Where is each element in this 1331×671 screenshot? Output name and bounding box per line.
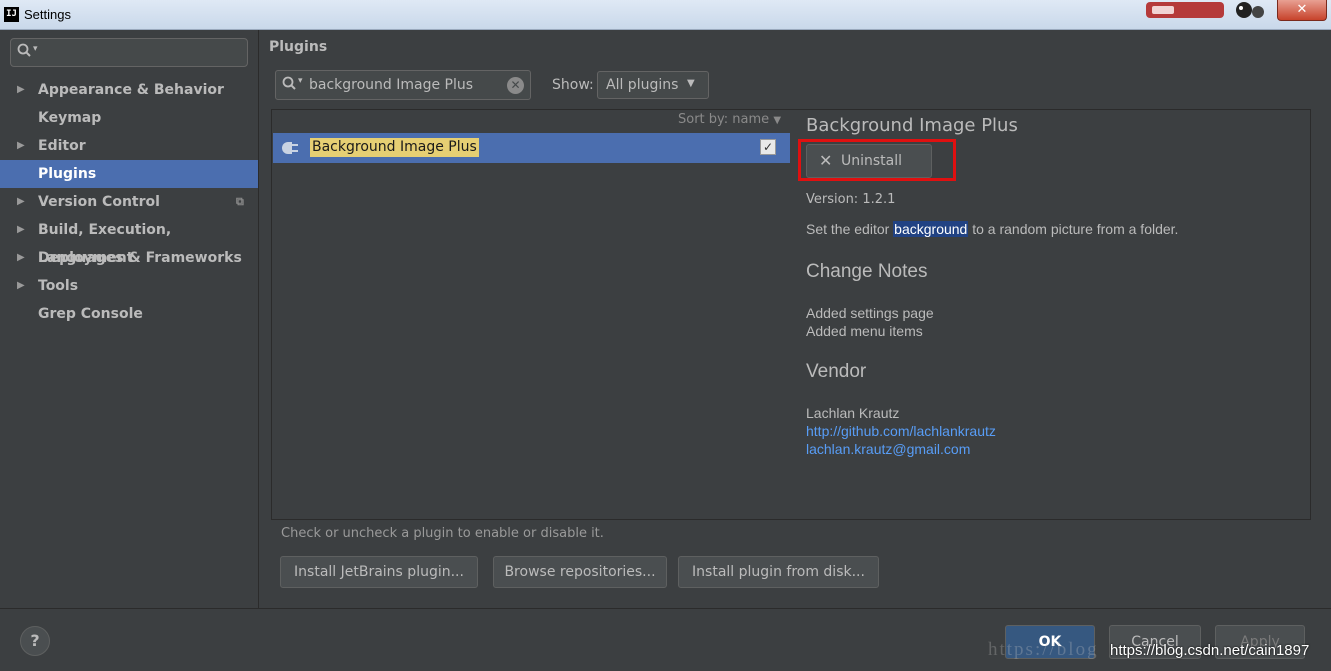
description-text: to a random picture from a folder. [968,221,1179,237]
search-options-chevron-icon: ▾ [298,76,303,86]
sidebar-item-label: Editor [38,138,86,154]
plugin-row[interactable]: Background Image Plus ✓ [273,133,790,163]
expand-arrow-icon: ▶ [17,140,25,151]
sidebar-item-plugins[interactable]: Plugins [0,160,258,188]
show-filter-select[interactable]: All plugins ▼ [597,71,709,99]
sidebar-item-build-execution-deployment[interactable]: ▶ Build, Execution, Deployment [0,216,258,266]
uninstall-button[interactable]: ✕ Uninstall [806,144,932,178]
sidebar-item-keymap[interactable]: Keymap [0,104,258,132]
plugin-hint-text: Check or uncheck a plugin to enable or d… [281,526,604,541]
uninstall-label: Uninstall [841,153,903,169]
change-notes-heading: Change Notes [806,261,928,282]
expand-arrow-icon: ▶ [17,84,25,95]
sidebar-item-label: Version Control [38,194,160,210]
settings-search-input[interactable]: ▾ [10,38,248,67]
chevron-down-icon: ▼ [687,78,695,89]
intellij-app-icon: IJ [4,7,19,22]
sort-by-label: Sort by: name [678,112,770,127]
sidebar-item-version-control[interactable]: ▶ Version Control ⧉ [0,188,258,216]
show-filter-label: Show: [552,77,594,93]
install-jetbrains-plugin-button[interactable]: Install JetBrains plugin... [280,556,478,588]
vendor-heading: Vendor [806,361,867,382]
search-icon [17,43,33,63]
sidebar-item-label: Plugins [38,166,97,182]
description-text: Set the editor [806,221,894,237]
change-note-item: Added menu items [806,323,923,339]
show-filter-value: All plugins [606,77,679,93]
watermark-faint: https://blog [988,639,1099,660]
page-title: Plugins [269,39,328,55]
plugins-panel: Plugins ▾ background Image Plus ✕ Show: … [259,30,1331,608]
expand-arrow-icon: ▶ [17,280,25,291]
plugin-name: Background Image Plus [310,138,479,157]
plugin-version: Version: 1.2.1 [806,192,896,207]
sidebar-item-editor[interactable]: ▶ Editor [0,132,258,160]
window-close-button[interactable]: ✕ [1277,0,1327,21]
plugin-enabled-checkbox[interactable]: ✓ [760,139,776,155]
settings-sidebar: ▾ ▶ Appearance & Behavior Keymap ▶ Edito… [0,30,259,608]
sidebar-item-label: Keymap [38,110,102,126]
sidebar-item-label: Grep Console [38,306,143,322]
plugin-plug-icon [282,142,298,154]
expand-arrow-icon: ▶ [17,224,25,235]
project-settings-copy-icon: ⧉ [236,195,244,208]
vendor-name: Lachlan Krautz [806,405,900,421]
plugin-list: Sort by: name ▼ Background Image Plus ✓ [271,109,792,520]
chevron-down-icon: ▼ [773,115,782,126]
expand-arrow-icon: ▶ [17,252,25,263]
description-highlight: background [893,221,969,237]
plugin-details-pane: Background Image Plus ✕ Uninstall Versio… [790,109,1311,520]
close-icon: ✕ [819,151,833,170]
vendor-email-link[interactable]: lachlan.krautz@gmail.com [806,440,970,458]
plugin-search-input[interactable]: ▾ background Image Plus ✕ [275,70,531,100]
sidebar-item-appearance-behavior[interactable]: ▶ Appearance & Behavior [0,76,258,104]
search-icon [282,76,298,96]
clear-search-icon[interactable]: ✕ [507,77,524,94]
help-button[interactable]: ? [20,626,50,656]
window-titlebar: IJ Settings ✕ [0,0,1331,30]
search-options-chevron-icon: ▾ [33,44,38,54]
install-plugin-from-disk-button[interactable]: Install plugin from disk... [678,556,879,588]
watermark-text: https://blog.csdn.net/cain1897 [1110,642,1310,659]
change-note-item: Added settings page [806,305,934,321]
sidebar-item-label: Appearance & Behavior [38,82,224,98]
dialog-button-bar: ? OK Cancel Apply https://blog https://b… [0,608,1331,671]
window-title: Settings [24,7,71,22]
sidebar-item-label: Tools [38,278,79,294]
plugin-search-value: background Image Plus [309,77,474,93]
plugin-description: Set the editor background to a random pi… [806,221,1178,237]
sidebar-item-tools[interactable]: ▶ Tools [0,272,258,300]
decorative-mascot-icon [1146,2,1264,18]
sidebar-item-languages-frameworks[interactable]: ▶ Languages & Frameworks [0,244,258,272]
plugin-details-title: Background Image Plus [806,115,1018,136]
browse-repositories-button[interactable]: Browse repositories... [493,556,667,588]
sidebar-item-grep-console[interactable]: Grep Console [0,300,258,328]
sort-by-dropdown[interactable]: Sort by: name ▼ [678,112,781,127]
sidebar-item-label: Languages & Frameworks [38,250,242,266]
vendor-url-link[interactable]: http://github.com/lachlankrautz [806,422,996,440]
expand-arrow-icon: ▶ [17,196,25,207]
